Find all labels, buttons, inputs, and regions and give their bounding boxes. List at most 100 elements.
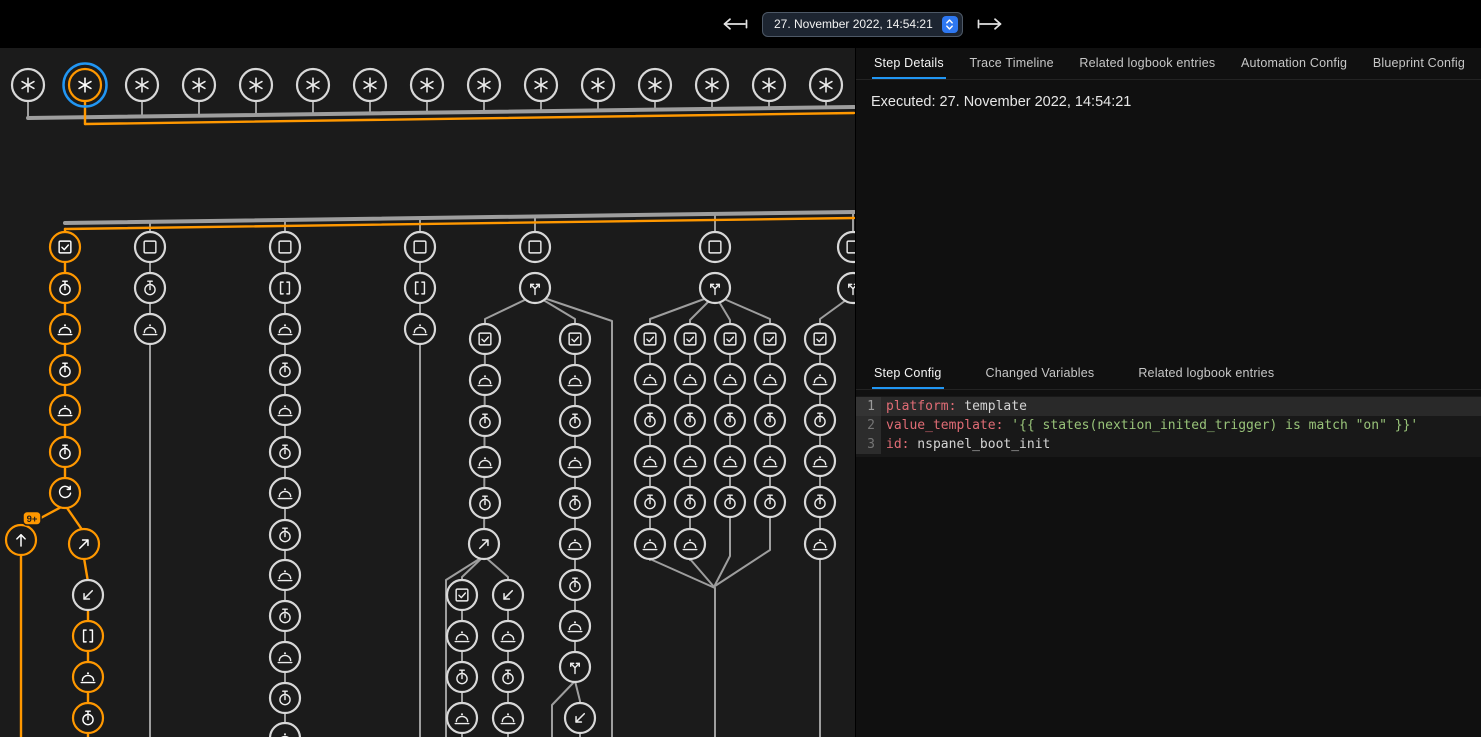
trace-node-asterisk[interactable] [639, 69, 671, 101]
trace-node-timer[interactable] [675, 487, 705, 517]
trace-node-asterisk[interactable] [240, 69, 272, 101]
trace-node-timer[interactable] [447, 662, 477, 692]
trace-node-bell[interactable] [675, 446, 705, 476]
trace-node-asterisk[interactable] [468, 69, 500, 101]
trace-node-refresh[interactable] [50, 478, 80, 508]
trace-node-bell[interactable] [270, 723, 300, 737]
next-run-arrow-icon[interactable] [976, 17, 1004, 31]
trace-node-timer[interactable] [493, 662, 523, 692]
trace-node-bell[interactable] [73, 662, 103, 692]
trace-node-square[interactable] [838, 232, 855, 262]
trace-node-timer[interactable] [50, 273, 80, 303]
trace-node-check-square[interactable] [635, 324, 665, 354]
trace-node-bell[interactable] [635, 529, 665, 559]
trace-node-bell[interactable] [270, 560, 300, 590]
trace-node-timer[interactable] [270, 437, 300, 467]
trace-node-bell[interactable] [805, 446, 835, 476]
trace-node-split[interactable] [560, 652, 590, 682]
trace-node-asterisk[interactable] [810, 69, 842, 101]
trace-node-bell[interactable] [50, 395, 80, 425]
trace-node-check-square[interactable] [805, 324, 835, 354]
trace-node-timer[interactable] [50, 355, 80, 385]
trace-node-bell[interactable] [560, 447, 590, 477]
tab-changed-variables[interactable]: Changed Variables [984, 358, 1097, 389]
tab-trace-timeline[interactable]: Trace Timeline [967, 48, 1055, 79]
trace-node-arrow-down-left[interactable] [565, 703, 595, 733]
trace-node-bell[interactable] [470, 365, 500, 395]
trace-node-timer[interactable] [715, 487, 745, 517]
trace-node-timer[interactable] [50, 437, 80, 467]
trace-node-bell[interactable] [470, 447, 500, 477]
trace-node-brackets[interactable] [270, 273, 300, 303]
trace-node-split[interactable] [838, 273, 855, 303]
trace-node-timer[interactable] [805, 405, 835, 435]
trace-node-timer[interactable] [755, 487, 785, 517]
trace-node-bell[interactable] [447, 621, 477, 651]
trace-node-bell[interactable] [560, 365, 590, 395]
trace-node-check-square[interactable] [755, 324, 785, 354]
trace-node-check-square[interactable] [675, 324, 705, 354]
trace-node-arrow-down-left[interactable] [73, 580, 103, 610]
trace-node-bell[interactable] [675, 364, 705, 394]
trace-node-bell[interactable] [635, 446, 665, 476]
trace-node-asterisk[interactable] [64, 64, 107, 107]
tab-related-logbook-entries[interactable]: Related logbook entries [1077, 48, 1217, 79]
trace-node-split[interactable] [700, 273, 730, 303]
trace-node-brackets[interactable] [73, 621, 103, 651]
trace-node-check-square[interactable] [447, 580, 477, 610]
trace-node-split[interactable] [520, 273, 550, 303]
trace-node-asterisk[interactable] [582, 69, 614, 101]
trace-node-asterisk[interactable] [753, 69, 785, 101]
previous-run-arrow-icon[interactable] [721, 17, 749, 31]
trace-run-select[interactable]: 27. November 2022, 14:54:21 [762, 12, 963, 37]
trace-node-bell[interactable] [560, 529, 590, 559]
trace-node-bell[interactable] [715, 446, 745, 476]
trace-node-bell[interactable] [135, 314, 165, 344]
trace-node-asterisk[interactable] [126, 69, 158, 101]
tab-automation-config[interactable]: Automation Config [1239, 48, 1349, 79]
trace-node-square[interactable] [135, 232, 165, 262]
trace-node-bell[interactable] [755, 446, 785, 476]
step-config-code-editor[interactable]: 1platform: template2value_template: '{{ … [856, 396, 1481, 457]
trace-node-check-square[interactable] [470, 324, 500, 354]
trace-node-timer[interactable] [805, 487, 835, 517]
trace-node-bell[interactable] [755, 364, 785, 394]
trace-node-brackets[interactable] [405, 273, 435, 303]
trace-node-timer[interactable] [270, 601, 300, 631]
trace-node-asterisk[interactable] [696, 69, 728, 101]
trace-node-arrow-up-right[interactable] [69, 529, 99, 559]
trace-node-timer[interactable] [135, 273, 165, 303]
trace-node-bell[interactable] [675, 529, 705, 559]
trace-node-arrow-down-left[interactable] [493, 580, 523, 610]
trace-node-bell[interactable] [270, 395, 300, 425]
trace-node-asterisk[interactable] [183, 69, 215, 101]
trace-node-arrow-up-right[interactable] [469, 529, 499, 559]
trace-node-timer[interactable] [635, 405, 665, 435]
trace-node-timer[interactable] [470, 488, 500, 518]
trace-node-bell[interactable] [270, 314, 300, 344]
trace-node-bell[interactable] [805, 529, 835, 559]
trace-node-bell[interactable] [493, 621, 523, 651]
trace-node-bell[interactable] [405, 314, 435, 344]
trace-node-bell[interactable] [805, 364, 835, 394]
trace-node-bell[interactable] [270, 478, 300, 508]
trace-node-square[interactable] [270, 232, 300, 262]
trace-node-asterisk[interactable] [411, 69, 443, 101]
trace-node-asterisk[interactable] [297, 69, 329, 101]
trace-node-bell[interactable] [270, 642, 300, 672]
trace-node-check-square[interactable] [715, 324, 745, 354]
trace-node-timer[interactable] [470, 406, 500, 436]
trace-node-timer[interactable] [635, 487, 665, 517]
trace-node-bell[interactable] [715, 364, 745, 394]
trace-node-square[interactable] [520, 232, 550, 262]
trace-node-asterisk[interactable] [525, 69, 557, 101]
trace-node-timer[interactable] [560, 488, 590, 518]
trace-node-square[interactable] [405, 232, 435, 262]
trace-node-timer[interactable] [755, 405, 785, 435]
trace-node-bell[interactable] [635, 364, 665, 394]
trace-node-arrow-up[interactable]: 9+ [6, 512, 41, 556]
trace-node-asterisk[interactable] [354, 69, 386, 101]
trace-node-timer[interactable] [560, 406, 590, 436]
trace-node-timer[interactable] [715, 405, 745, 435]
trace-node-bell[interactable] [560, 611, 590, 641]
